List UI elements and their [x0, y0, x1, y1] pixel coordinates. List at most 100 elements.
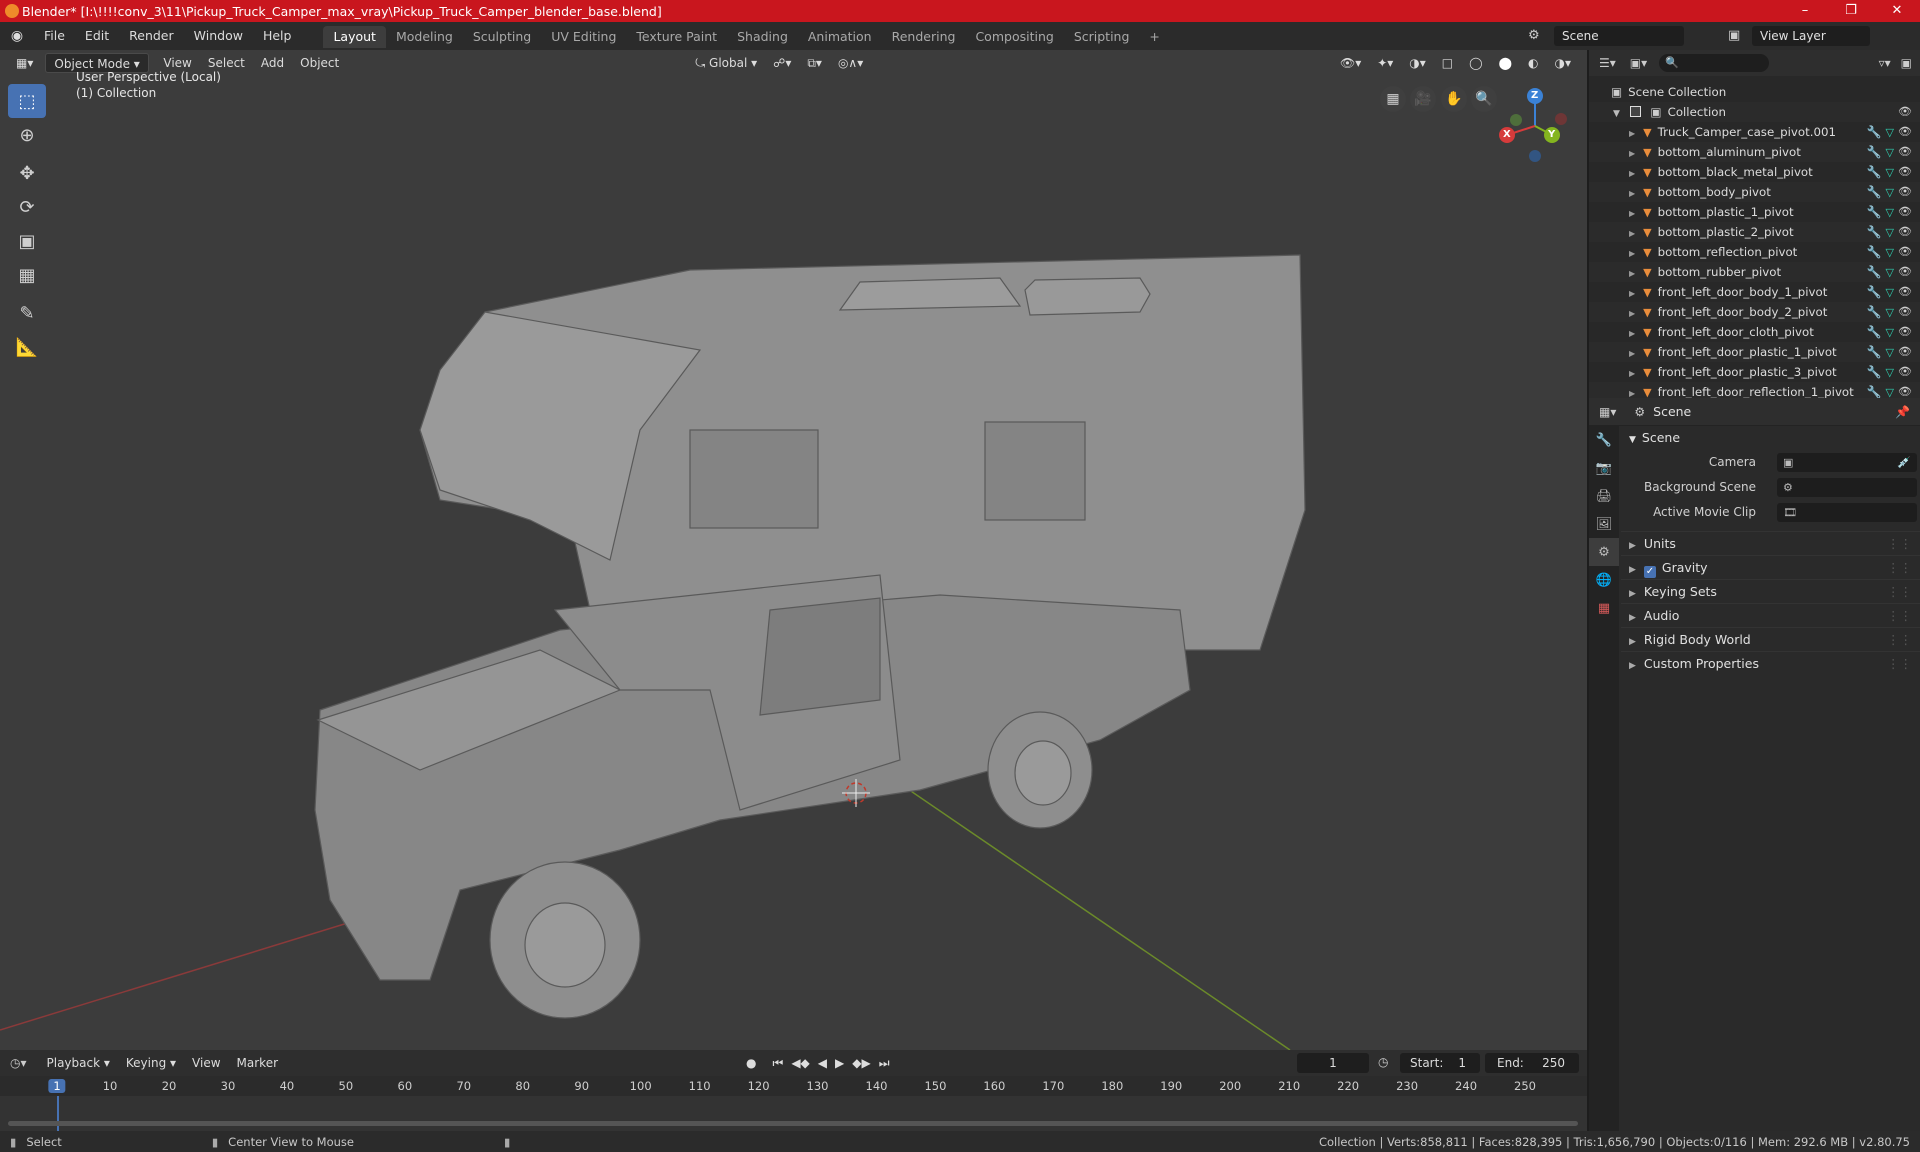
expand-arrow-icon[interactable]: ▶	[1629, 209, 1635, 218]
tab-rendering[interactable]: Rendering	[882, 26, 966, 48]
drag-handle-icon[interactable]: ⋮⋮	[1887, 532, 1912, 556]
menu-window[interactable]: Window	[184, 22, 253, 50]
outliner-object-row[interactable]: ▶ ▼ bottom_body_pivot 🔧 ▽ 👁	[1589, 182, 1920, 202]
visibility-eye-icon[interactable]: 👁	[1898, 302, 1912, 322]
outliner-object-row[interactable]: ▶ ▼ front_left_door_plastic_3_pivot 🔧 ▽ 👁	[1589, 362, 1920, 382]
filter-icon[interactable]: ▿▾	[1879, 56, 1891, 70]
menu-help[interactable]: Help	[253, 22, 302, 50]
drag-handle-icon[interactable]: ⋮⋮	[1887, 580, 1912, 604]
play-reverse-button[interactable]: ◀	[818, 1056, 827, 1070]
expand-arrow-icon[interactable]: ▶	[1629, 369, 1635, 378]
tab-scripting[interactable]: Scripting	[1064, 26, 1140, 48]
expand-arrow-icon[interactable]: ▶	[1629, 309, 1635, 318]
drag-handle-icon[interactable]: ⋮⋮	[1887, 652, 1912, 676]
background-scene-field[interactable]: ⚙	[1777, 478, 1917, 497]
outliner-object-row[interactable]: ▶ ▼ bottom_black_metal_pivot 🔧 ▽ 👁	[1589, 162, 1920, 182]
toggle-camera-view-icon[interactable]: ▦	[1380, 86, 1406, 112]
tab-compositing[interactable]: Compositing	[965, 26, 1063, 48]
scene-props-tab-icon[interactable]: ⚙	[1589, 538, 1619, 566]
outliner-object-row[interactable]: ▶ ▼ front_left_door_plastic_1_pivot 🔧 ▽ 👁	[1589, 342, 1920, 362]
outliner-object-row[interactable]: ▶ ▼ front_left_door_cloth_pivot 🔧 ▽ 👁	[1589, 322, 1920, 342]
visibility-eye-icon[interactable]: 👁	[1898, 342, 1912, 362]
zoom-view-icon[interactable]: 🔍	[1471, 86, 1497, 112]
timeline-scrollbar[interactable]	[8, 1121, 1578, 1126]
prev-keyframe-button[interactable]: ◀◆	[791, 1056, 809, 1070]
timeline-editor-type-icon[interactable]: ◷▾	[10, 1056, 27, 1070]
maximize-button[interactable]: ❐	[1828, 0, 1874, 22]
display-mode-icon[interactable]: ▣▾	[1630, 56, 1647, 70]
subpanel-header[interactable]: ▶ Custom Properties ⋮⋮	[1621, 651, 1920, 675]
drag-handle-icon[interactable]: ⋮⋮	[1887, 556, 1912, 580]
tab-uv-editing[interactable]: UV Editing	[541, 26, 626, 48]
next-keyframe-button[interactable]: ◆▶	[852, 1056, 870, 1070]
eyedropper-icon[interactable]: 💉	[1897, 453, 1911, 472]
drag-handle-icon[interactable]: ⋮⋮	[1887, 604, 1912, 628]
timeline-ruler[interactable]: 1 10 20 30 40 50 60 70 80 90 100 110 120 130 140 150 160…	[0, 1076, 1587, 1096]
render-props-tab-icon[interactable]: 📷	[1589, 454, 1619, 482]
visibility-eye-icon[interactable]: 👁	[1898, 362, 1912, 382]
tab-texture-paint[interactable]: Texture Paint	[626, 26, 727, 48]
expand-arrow-icon[interactable]: ▶	[1629, 129, 1635, 138]
gravity-checkbox[interactable]: ✓	[1643, 566, 1656, 578]
outliner-object-row[interactable]: ▶ ▼ Truck_Camper_case_pivot.001 🔧 ▽ 👁	[1589, 122, 1920, 142]
expand-arrow-icon[interactable]: ▶	[1629, 329, 1635, 338]
collection-checkbox[interactable]	[1629, 106, 1641, 117]
outliner-editor-type-icon[interactable]: ☰▾	[1599, 56, 1616, 70]
view-layer-props-tab-icon[interactable]: 🖼	[1589, 510, 1619, 538]
properties-editor-type-icon[interactable]: ▦▾	[1599, 405, 1616, 419]
visibility-eye-icon[interactable]: 👁	[1898, 162, 1912, 182]
end-frame-field[interactable]: End: 250	[1485, 1053, 1579, 1073]
expand-arrow-icon[interactable]: ▶	[1629, 169, 1635, 178]
menu-keying[interactable]: Keying ▾	[118, 1053, 184, 1073]
jump-end-button[interactable]: ⏭	[879, 1056, 890, 1071]
movie-clip-field[interactable]: 🎞	[1777, 503, 1917, 522]
texture-props-tab-icon[interactable]: ▦	[1589, 594, 1619, 622]
tab-sculpting[interactable]: Sculpting	[463, 26, 541, 48]
menu-edit[interactable]: Edit	[75, 22, 119, 50]
visibility-eye-icon[interactable]: 👁	[1898, 282, 1912, 302]
expand-arrow-icon[interactable]: ▶	[1629, 229, 1635, 238]
world-props-tab-icon[interactable]: 🌐	[1589, 566, 1619, 594]
subpanel-header[interactable]: ▶ Audio ⋮⋮	[1621, 603, 1920, 627]
pan-view-icon[interactable]: ✋	[1441, 86, 1467, 112]
collapse-arrow-icon[interactable]: ▼	[1613, 109, 1620, 119]
scene-panel-header[interactable]: ▼ Scene	[1621, 426, 1920, 450]
view-layer-field[interactable]: View Layer	[1752, 26, 1870, 46]
current-frame-field[interactable]: 1	[1297, 1053, 1369, 1073]
new-collection-icon[interactable]: ▣	[1901, 56, 1912, 70]
drag-handle-icon[interactable]: ⋮⋮	[1887, 628, 1912, 652]
close-button[interactable]: ✕	[1874, 0, 1920, 22]
visibility-eye-icon[interactable]: 👁	[1898, 242, 1912, 262]
menu-file[interactable]: File	[34, 22, 75, 50]
output-props-tab-icon[interactable]: 🖨	[1589, 482, 1619, 510]
expand-arrow-icon[interactable]: ▶	[1629, 289, 1635, 298]
visibility-eye-icon[interactable]: 👁	[1898, 142, 1912, 162]
play-button[interactable]: ▶	[835, 1056, 844, 1070]
visibility-eye-icon[interactable]: 👁	[1898, 102, 1912, 122]
visibility-eye-icon[interactable]: 👁	[1898, 202, 1912, 222]
outliner-object-row[interactable]: ▶ ▼ bottom_plastic_2_pivot 🔧 ▽ 👁	[1589, 222, 1920, 242]
outliner-object-row[interactable]: ▶ ▼ front_left_door_body_1_pivot 🔧 ▽ 👁	[1589, 282, 1920, 302]
expand-arrow-icon[interactable]: ▶	[1629, 149, 1635, 158]
minimize-button[interactable]: –	[1782, 0, 1828, 22]
pin-icon[interactable]: 📌	[1895, 405, 1910, 419]
outliner-object-row[interactable]: ▶ ▼ bottom_plastic_1_pivot 🔧 ▽ 👁	[1589, 202, 1920, 222]
subpanel-header[interactable]: ▶ ✓ Gravity ⋮⋮	[1621, 555, 1920, 579]
visibility-eye-icon[interactable]: 👁	[1898, 222, 1912, 242]
menu-marker[interactable]: Marker	[229, 1053, 286, 1073]
outliner-collection[interactable]: ▼ ▣ Collection 👁	[1589, 102, 1920, 122]
camera-view-icon[interactable]: 🎥	[1410, 86, 1436, 112]
record-button[interactable]: ●	[746, 1056, 756, 1070]
menu-render[interactable]: Render	[119, 22, 184, 50]
expand-arrow-icon[interactable]: ▶	[1629, 349, 1635, 358]
add-workspace-button[interactable]: +	[1139, 26, 1169, 48]
outliner-scene-collection[interactable]: ▣ Scene Collection	[1589, 82, 1920, 102]
outliner-object-row[interactable]: ▶ ▼ bottom_rubber_pivot 🔧 ▽ 👁	[1589, 262, 1920, 282]
expand-arrow-icon[interactable]: ▶	[1629, 189, 1635, 198]
outliner-search-input[interactable]: 🔍	[1659, 54, 1770, 72]
expand-arrow-icon[interactable]: ▶	[1629, 389, 1635, 398]
preview-range-icon[interactable]: ◷	[1378, 1055, 1388, 1069]
menu-timeline-view[interactable]: View	[184, 1053, 228, 1073]
subpanel-header[interactable]: ▶ Keying Sets ⋮⋮	[1621, 579, 1920, 603]
jump-start-button[interactable]: ⏮	[773, 1056, 784, 1071]
